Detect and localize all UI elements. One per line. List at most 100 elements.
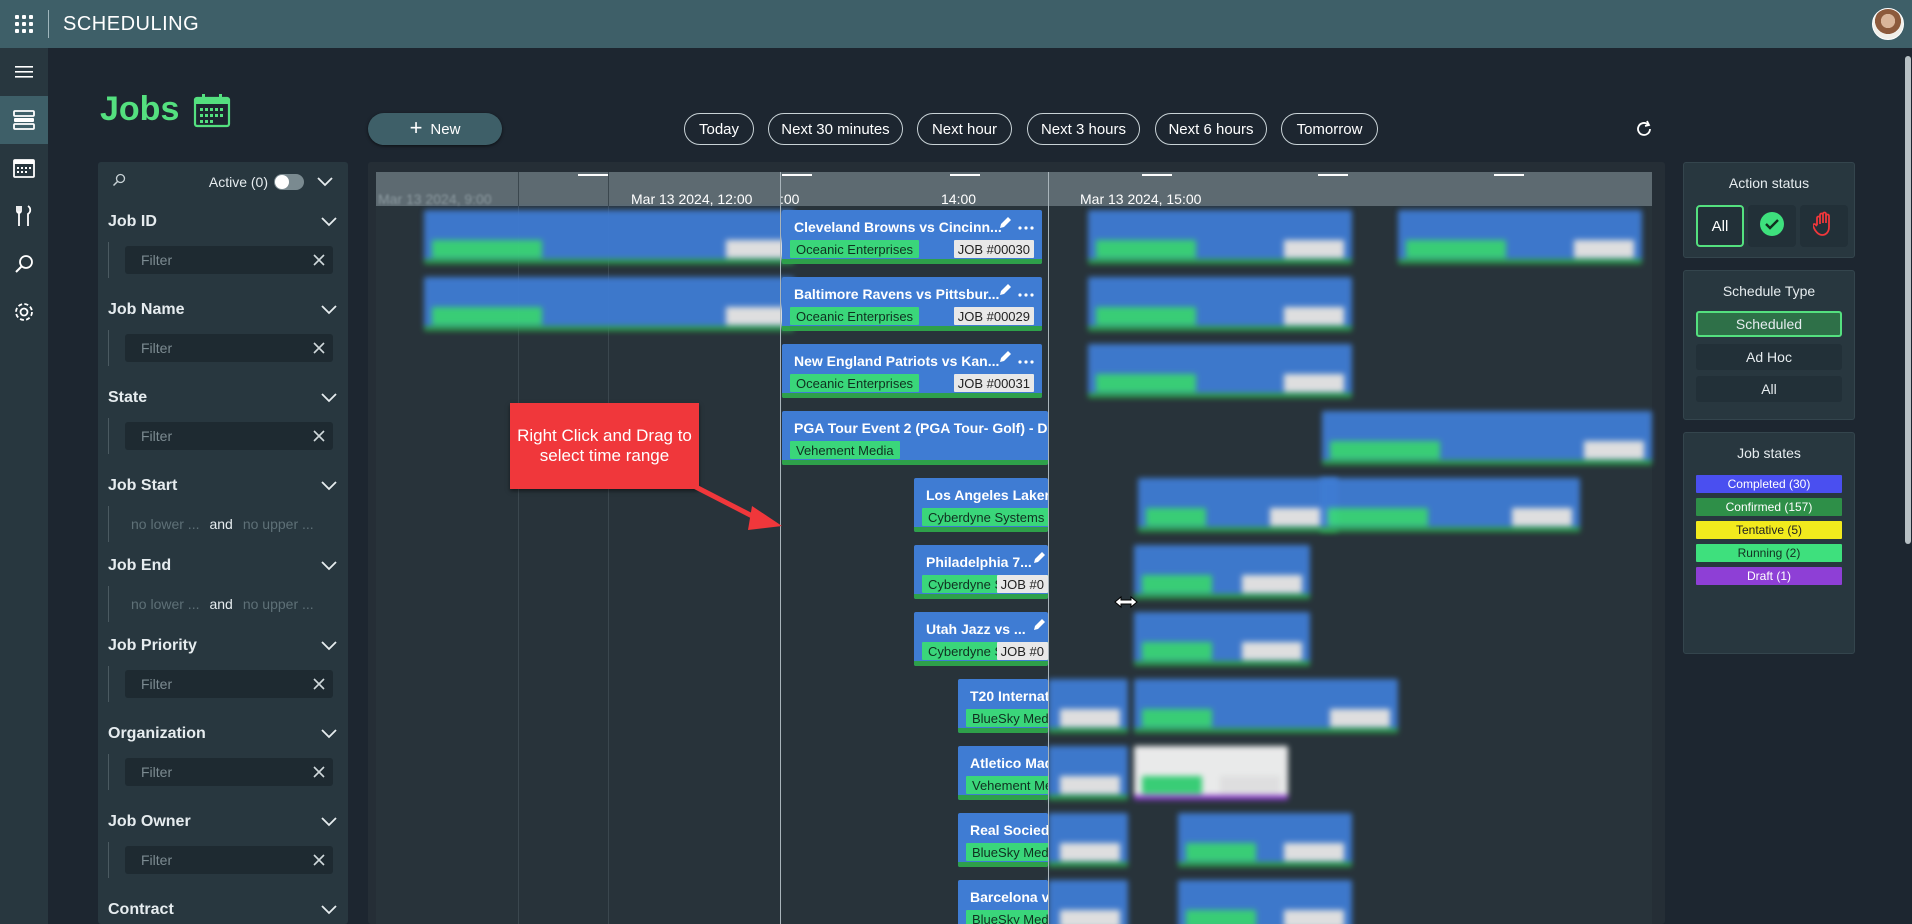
more-options-icon[interactable] — [1018, 217, 1034, 235]
edit-pencil-icon[interactable] — [998, 350, 1012, 369]
job-start-upper-input[interactable]: no upper ... — [243, 516, 314, 532]
chevron-down-icon[interactable] — [320, 477, 338, 495]
more-options-icon[interactable] — [1018, 284, 1034, 302]
chevron-down-icon[interactable] — [320, 901, 338, 919]
filter-search-icon[interactable] — [112, 173, 132, 192]
job-card[interactable]: Utah Jazz vs ... Cyberdyne Systems JOB #… — [914, 612, 1048, 666]
job-card-blurred[interactable] — [424, 277, 794, 331]
job-card-blurred[interactable] — [1320, 478, 1580, 532]
job-card[interactable]: Barcelona vs ... BlueSky Media — [958, 880, 1048, 924]
job-card-blurred[interactable] — [1088, 277, 1352, 331]
state-chip-confirmed[interactable]: Confirmed (157) — [1696, 498, 1842, 516]
job-card-draft-blurred[interactable] — [1134, 746, 1288, 800]
selection-start-line[interactable] — [780, 172, 781, 924]
job-id-filter-input[interactable]: Filter — [125, 246, 333, 274]
search-icon[interactable] — [0, 240, 48, 288]
clear-icon[interactable] — [311, 340, 327, 356]
job-card[interactable]: Philadelphia 7... Cyberdyne Systems JOB … — [914, 545, 1048, 599]
job-card[interactable]: Real Socieda... BlueSky Media — [958, 813, 1048, 867]
job-card-blurred[interactable] — [1178, 813, 1352, 867]
clear-icon[interactable] — [311, 428, 327, 444]
state-chip-running[interactable]: Running (2) — [1696, 544, 1842, 562]
schedule-type-adhoc-button[interactable]: Ad Hoc — [1696, 344, 1842, 370]
clear-icon[interactable] — [311, 252, 327, 268]
job-end-upper-input[interactable]: no upper ... — [243, 596, 314, 612]
job-card-blurred[interactable] — [1322, 411, 1652, 465]
job-card-blurred[interactable] — [1178, 880, 1352, 924]
action-status-all-button[interactable]: All — [1696, 205, 1744, 247]
next-30-minutes-button[interactable]: Next 30 minutes — [768, 113, 903, 145]
job-name-filter-input[interactable]: Filter — [125, 334, 333, 362]
job-start-lower-input[interactable]: no lower ... — [131, 516, 199, 532]
job-card-blurred[interactable] — [1088, 210, 1352, 264]
chevron-down-icon[interactable] — [320, 557, 338, 575]
job-owner-filter-input[interactable]: Filter — [125, 846, 333, 874]
job-card[interactable]: Baltimore Ravens vs Pittsbur... Oceanic … — [782, 277, 1042, 331]
chevron-down-icon[interactable] — [320, 725, 338, 743]
clear-icon[interactable] — [311, 676, 327, 692]
state-chip-tentative[interactable]: Tentative (5) — [1696, 521, 1842, 539]
job-card[interactable]: Atletico Mad... Vehement Media — [958, 746, 1048, 800]
app-launcher-icon[interactable] — [0, 0, 48, 48]
more-options-icon[interactable] — [1018, 351, 1034, 369]
tomorrow-button[interactable]: Tomorrow — [1281, 113, 1378, 145]
state-chip-completed[interactable]: Completed (30) — [1696, 475, 1842, 493]
job-card[interactable]: Los Angeles Lakers v... Cyberdyne System… — [914, 478, 1048, 532]
chevron-down-icon[interactable] — [320, 213, 338, 231]
new-job-button[interactable]: + New — [368, 113, 502, 145]
action-status-stop-button[interactable] — [1800, 205, 1848, 247]
job-priority-filter-input[interactable]: Filter — [125, 670, 333, 698]
job-card-blurred[interactable] — [1138, 478, 1338, 532]
state-filter-input[interactable]: Filter — [125, 422, 333, 450]
job-end-lower-input[interactable]: no lower ... — [131, 596, 199, 612]
action-status-ok-button[interactable] — [1748, 205, 1796, 247]
job-card-blurred[interactable] — [1048, 679, 1128, 733]
edit-pencil-icon[interactable] — [998, 216, 1012, 235]
page-scrollbar-thumb[interactable] — [1905, 56, 1911, 544]
menu-icon[interactable] — [0, 48, 48, 96]
chevron-down-icon[interactable] — [320, 301, 338, 319]
job-card[interactable]: New England Patriots vs Kan... Oceanic E… — [782, 344, 1042, 398]
chevron-down-icon[interactable] — [320, 389, 338, 407]
job-card[interactable]: T20 Internati... BlueSky Media — [958, 679, 1048, 733]
state-chip-draft[interactable]: Draft (1) — [1696, 567, 1842, 585]
clear-icon[interactable] — [311, 764, 327, 780]
job-card[interactable]: Cleveland Browns vs Cincinn... Oceanic E… — [782, 210, 1042, 264]
schedule-type-scheduled-button[interactable]: Scheduled — [1696, 311, 1842, 337]
job-card-blurred[interactable] — [1134, 545, 1310, 599]
refresh-icon[interactable] — [1632, 117, 1656, 141]
job-card-blurred[interactable] — [1048, 746, 1128, 800]
today-button[interactable]: Today — [684, 113, 754, 145]
selection-end-line[interactable] — [1048, 172, 1049, 924]
organization-filter-input[interactable]: Filter — [125, 758, 333, 786]
edit-pencil-icon[interactable] — [998, 283, 1012, 302]
active-toggle[interactable] — [274, 174, 304, 190]
next-6-hours-button[interactable]: Next 6 hours — [1155, 113, 1267, 145]
job-card-blurred[interactable] — [1088, 344, 1352, 398]
settings-gear-icon[interactable] — [0, 288, 48, 336]
chevron-down-icon[interactable] — [320, 813, 338, 831]
chevron-down-icon[interactable] — [316, 173, 334, 191]
job-card-blurred[interactable] — [1048, 813, 1128, 867]
edit-pencil-icon[interactable] — [1032, 551, 1046, 570]
job-card-blurred[interactable] — [1134, 679, 1398, 733]
job-card-blurred[interactable] — [424, 210, 794, 264]
title-calendar-icon[interactable] — [193, 94, 231, 133]
timeline-canvas[interactable]: Mar 13 2024, 9:00 Mar 13 2024, 12:00 :00… — [376, 172, 1652, 924]
edit-pencil-icon[interactable] — [1032, 618, 1046, 637]
chevron-down-icon[interactable] — [320, 637, 338, 655]
user-avatar[interactable] — [1872, 8, 1904, 40]
tools-icon[interactable] — [0, 192, 48, 240]
job-card[interactable]: PGA Tour Event 2 (PGA Tour- Golf) - Day … — [782, 411, 1048, 465]
time-axis[interactable]: Mar 13 2024, 9:00 Mar 13 2024, 12:00 :00… — [376, 172, 1652, 207]
clear-icon[interactable] — [311, 852, 327, 868]
next-3-hours-button[interactable]: Next 3 hours — [1027, 113, 1140, 145]
job-card-blurred[interactable] — [1134, 612, 1310, 666]
job-card-blurred[interactable] — [1048, 880, 1128, 924]
job-card-blurred[interactable] — [1398, 210, 1642, 264]
jobs-list-icon[interactable] — [0, 96, 48, 144]
next-hour-button[interactable]: Next hour — [917, 113, 1012, 145]
calendar-icon[interactable] — [0, 144, 48, 192]
timeline-panel[interactable]: Mar 13 2024, 9:00 Mar 13 2024, 12:00 :00… — [368, 162, 1665, 924]
schedule-type-all-button[interactable]: All — [1696, 376, 1842, 402]
